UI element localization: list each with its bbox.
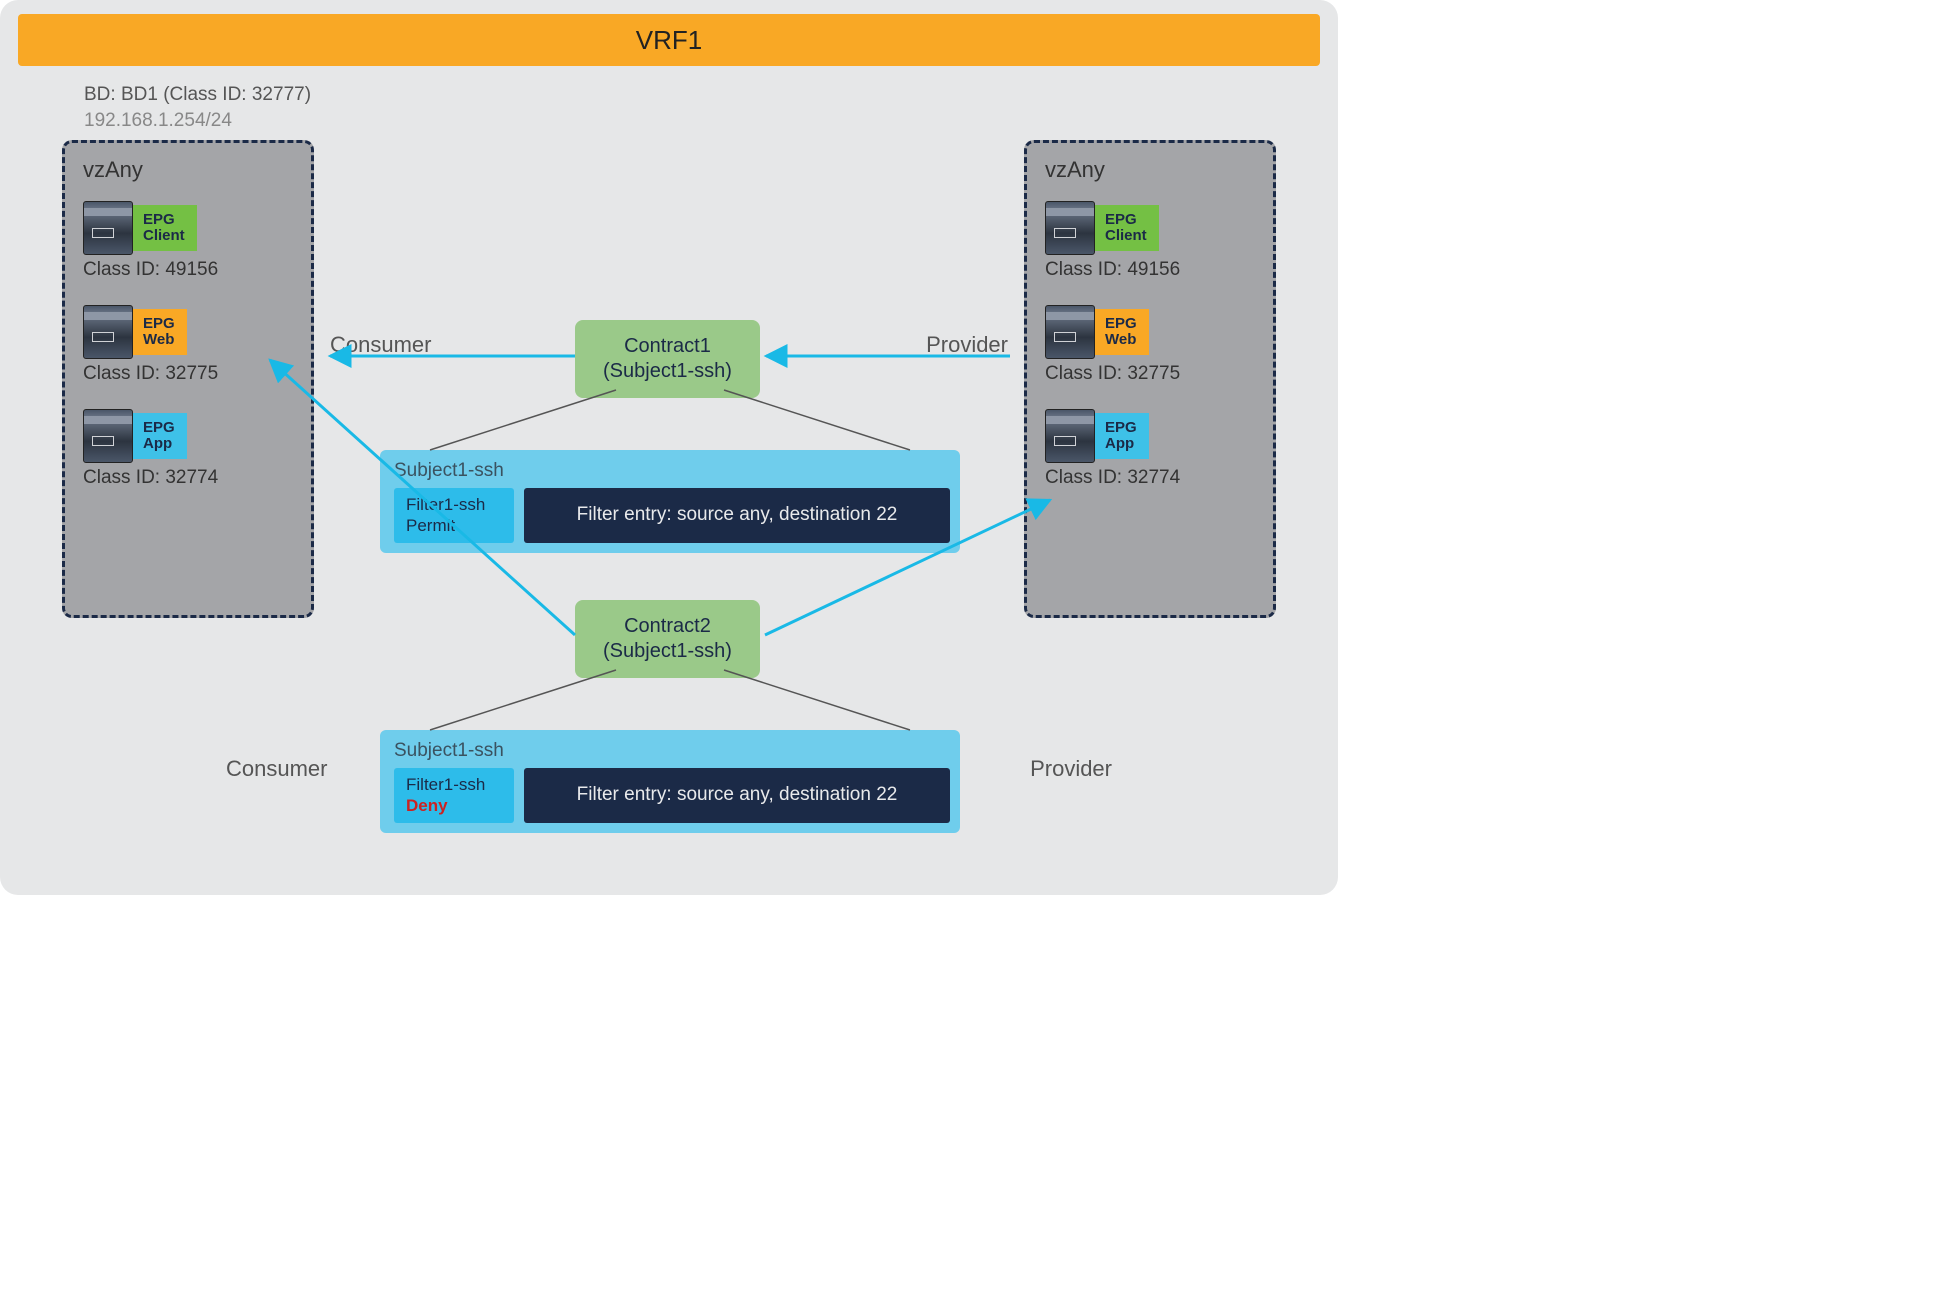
consumer-label-top: Consumer (330, 332, 431, 358)
epg-app-tag: EPG App (1093, 413, 1149, 459)
diagram-container: VRF1 BD: BD1 (Class ID: 32777) 192.168.1… (0, 0, 1338, 895)
contract1-name: Contract1 (603, 334, 732, 359)
server-icon (83, 201, 133, 255)
filter2-info: Filter1-ssh Deny (394, 768, 514, 823)
contract1-subject: (Subject1-ssh) (603, 359, 732, 384)
epg-app-classid: Class ID: 32774 (1045, 467, 1255, 489)
filter1-info: Filter1-ssh Permit (394, 488, 514, 543)
epg-app-classid: Class ID: 32774 (83, 467, 293, 489)
contract1-box: Contract1 (Subject1-ssh) (575, 320, 760, 398)
subject2-box: Subject1-ssh Filter1-ssh Deny Filter ent… (380, 730, 960, 833)
subject2-title: Subject1-ssh (394, 740, 950, 762)
provider-label-top: Provider (926, 332, 1008, 358)
epg-client-classid: Class ID: 49156 (1045, 259, 1255, 281)
server-icon (1045, 305, 1095, 359)
epg-web-row: EPG Web (83, 305, 293, 359)
epg-client-row: EPG Client (1045, 201, 1255, 255)
epg-client-tag: EPG Client (131, 205, 197, 251)
server-icon (83, 409, 133, 463)
epg-web-classid: Class ID: 32775 (1045, 363, 1255, 385)
epg-client-classid: Class ID: 49156 (83, 259, 293, 281)
vrf-title: VRF1 (636, 25, 702, 56)
epg-app-row: EPG App (1045, 409, 1255, 463)
subject1-box: Subject1-ssh Filter1-ssh Permit Filter e… (380, 450, 960, 553)
server-icon (83, 305, 133, 359)
bd-subnet: 192.168.1.254/24 (84, 110, 232, 132)
vzany-right-title: vzAny (1045, 157, 1255, 183)
vzany-left: vzAny EPG Client Class ID: 49156 EPG Web… (62, 140, 314, 618)
bd-label: BD: BD1 (Class ID: 32777) (84, 84, 311, 106)
epg-web-classid: Class ID: 32775 (83, 363, 293, 385)
vzany-right: vzAny EPG Client Class ID: 49156 EPG Web… (1024, 140, 1276, 618)
epg-app-row: EPG App (83, 409, 293, 463)
filter2-entry: Filter entry: source any, destination 22 (524, 768, 950, 823)
contract2-box: Contract2 (Subject1-ssh) (575, 600, 760, 678)
filter1-entry: Filter entry: source any, destination 22 (524, 488, 950, 543)
epg-web-tag: EPG Web (1093, 309, 1149, 355)
contract2-subject: (Subject1-ssh) (603, 639, 732, 664)
vrf-banner: VRF1 (18, 14, 1320, 66)
server-icon (1045, 409, 1095, 463)
consumer-label-bottom: Consumer (226, 756, 327, 782)
epg-app-tag: EPG App (131, 413, 187, 459)
contract2-name: Contract2 (603, 614, 732, 639)
subject1-title: Subject1-ssh (394, 460, 950, 482)
epg-web-row: EPG Web (1045, 305, 1255, 359)
epg-web-tag: EPG Web (131, 309, 187, 355)
epg-client-row: EPG Client (83, 201, 293, 255)
provider-label-bottom: Provider (1030, 756, 1112, 782)
server-icon (1045, 201, 1095, 255)
vzany-left-title: vzAny (83, 157, 293, 183)
epg-client-tag: EPG Client (1093, 205, 1159, 251)
